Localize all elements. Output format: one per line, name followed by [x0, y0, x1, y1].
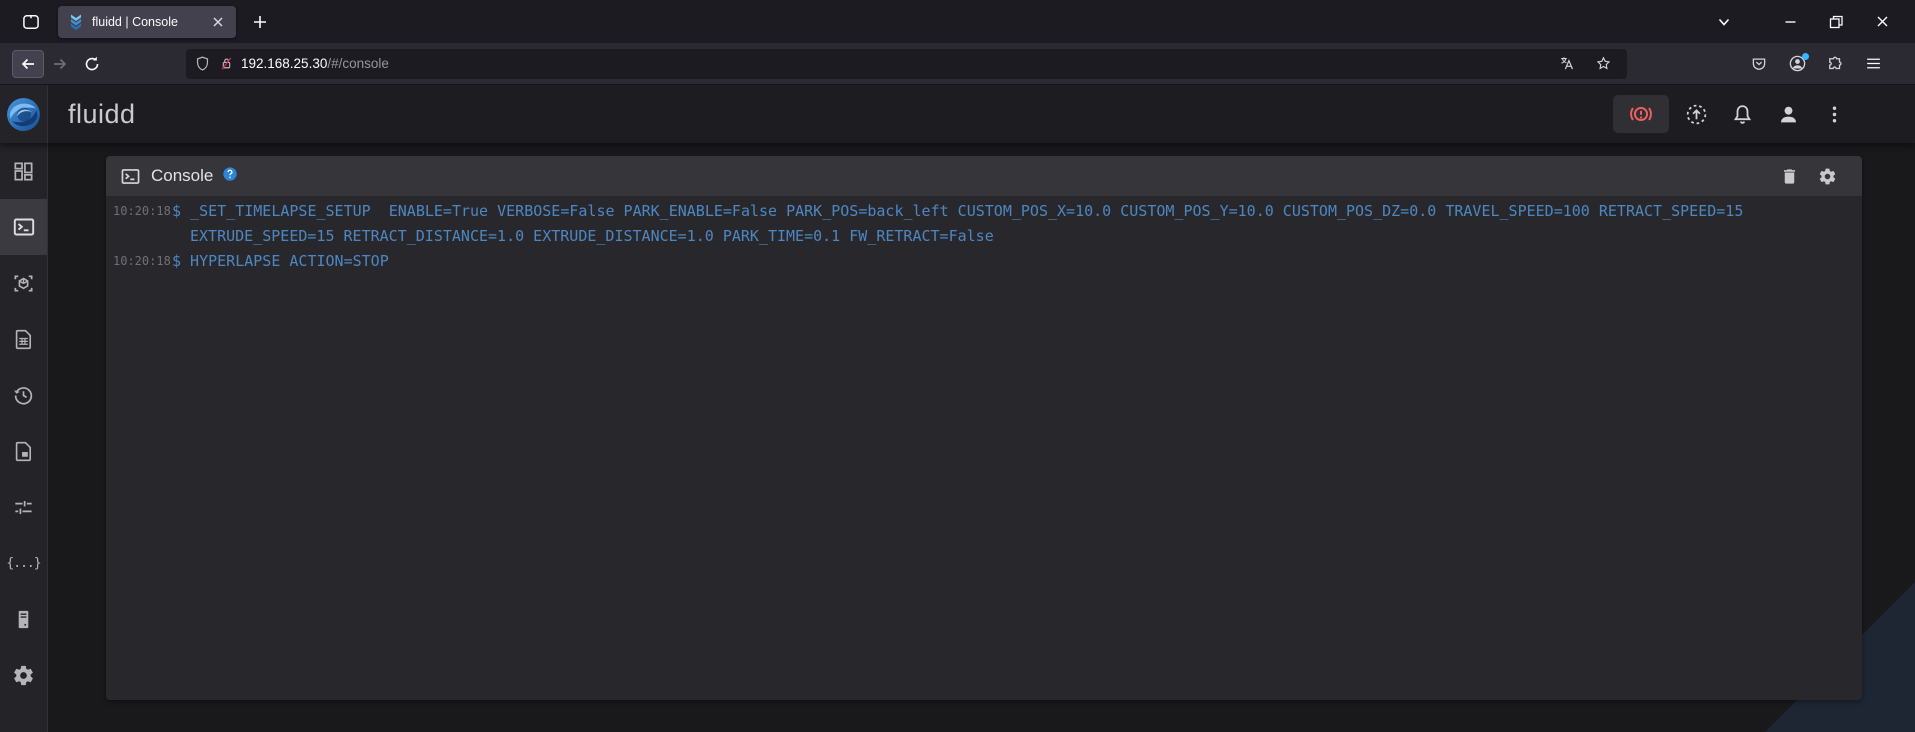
window-minimize-button[interactable]	[1767, 6, 1813, 38]
translate-icon	[1560, 57, 1573, 70]
notifications-bell-icon	[1733, 104, 1751, 124]
update-check-button[interactable]	[1677, 95, 1715, 133]
tab-close-button[interactable]	[208, 12, 228, 32]
url-path: /#/console	[327, 56, 389, 71]
entry-timestamp: 10:20:18	[113, 204, 171, 218]
tracking-shield-icon	[196, 56, 209, 71]
sidebar-item-settings[interactable]	[0, 647, 47, 703]
list-all-tabs-button[interactable]	[1707, 6, 1741, 38]
pocket-button[interactable]	[1743, 50, 1775, 78]
star-icon	[1596, 56, 1610, 70]
reload-icon	[85, 56, 99, 70]
url-text: 192.168.25.30/#/console	[241, 56, 1551, 71]
fluidd-page: fluidd {...} Console 10:20:18 $ _SET_TIM…	[0, 85, 1915, 732]
close-icon	[213, 16, 223, 27]
entry-message: $ HYPERLAPSE ACTION=STOP	[172, 252, 389, 270]
gear-icon	[1819, 168, 1835, 184]
translate-button[interactable]	[1551, 50, 1583, 78]
menu-button[interactable]	[1857, 50, 1889, 78]
sidebar-item-tune[interactable]	[0, 479, 47, 535]
account-menu-button[interactable]	[1769, 95, 1807, 133]
entry-message: $ _SET_TIMELAPSE_SETUP ENABLE=True VERBO…	[172, 202, 1753, 245]
settings-gear-icon	[14, 665, 33, 685]
fluidd-logo	[0, 85, 48, 143]
help-icon	[223, 166, 238, 181]
jobs-file-icon	[15, 329, 32, 349]
fluidd-appbar: fluidd	[0, 85, 1915, 143]
back-arrow-icon	[21, 58, 34, 69]
code-braces-icon: {...}	[6, 555, 41, 571]
firefox-view-button[interactable]	[14, 6, 48, 38]
history-icon	[14, 386, 33, 404]
clear-console-button[interactable]	[1774, 161, 1804, 191]
console-icon	[121, 168, 140, 184]
trash-icon	[1783, 168, 1795, 184]
system-server-icon	[18, 610, 29, 628]
sidebar-item-dashboard[interactable]	[0, 143, 47, 199]
account-notification-dot	[1802, 52, 1809, 60]
update-check-icon	[1686, 104, 1706, 124]
printer-error-button[interactable]	[1613, 95, 1669, 133]
fluidd-favicon	[71, 14, 81, 30]
url-host: 192.168.25.30	[241, 56, 328, 71]
console-entry: 10:20:18 $ HYPERLAPSE ACTION=STOP	[113, 249, 1850, 274]
entry-timestamp: 10:20:18	[113, 254, 171, 268]
maximize-icon	[1829, 15, 1843, 28]
console-settings-button[interactable]	[1812, 161, 1842, 191]
browser-titlebar: fluidd | Console	[0, 0, 1915, 43]
window-close-button[interactable]	[1859, 6, 1905, 38]
console-title: Console	[151, 166, 214, 185]
reload-button[interactable]	[76, 50, 108, 78]
sidebar-nav: {...}	[0, 143, 48, 732]
app-title: fluidd	[68, 98, 136, 129]
window-maximize-button[interactable]	[1813, 6, 1859, 38]
sidebar-item-system[interactable]	[0, 591, 47, 647]
gcode-preview-icon	[14, 274, 33, 292]
timelapse-file-icon	[15, 441, 32, 461]
content-area: Console 10:20:18 $ _SET_TIMELAPSE_SETUP …	[48, 143, 1915, 732]
console-help-button[interactable]	[222, 166, 238, 187]
tune-icon	[15, 500, 32, 514]
minimize-icon	[1785, 21, 1795, 23]
fluidd-logo-icon	[7, 97, 40, 131]
tab-title: fluidd | Console	[92, 14, 178, 29]
bookmark-star-button[interactable]	[1587, 50, 1619, 78]
sidebar-item-history[interactable]	[0, 367, 47, 423]
forward-arrow-icon	[54, 58, 67, 69]
new-tab-button[interactable]	[244, 6, 276, 38]
address-bar[interactable]: 192.168.25.30/#/console	[186, 48, 1627, 79]
forward-button[interactable]	[44, 50, 76, 78]
puzzle-icon	[1829, 56, 1842, 69]
sidebar-item-gcode-preview[interactable]	[0, 255, 47, 311]
browser-toolbar: 192.168.25.30/#/console	[0, 43, 1915, 85]
firefox-view-icon	[23, 14, 39, 29]
dashboard-icon	[14, 161, 33, 181]
browser-tab-active[interactable]: fluidd | Console	[58, 5, 236, 38]
hamburger-menu-icon	[1866, 58, 1880, 69]
console-entry: 10:20:18 $ _SET_TIMELAPSE_SETUP ENABLE=T…	[113, 199, 1850, 249]
plus-icon	[254, 15, 266, 28]
chevron-down-icon	[1718, 18, 1730, 26]
printer-error-alert-icon	[1630, 106, 1652, 122]
person-icon	[1780, 106, 1796, 122]
sidebar-item-jobs[interactable]	[0, 311, 47, 367]
dots-vertical-icon	[1832, 106, 1836, 122]
console-icon	[13, 218, 34, 236]
console-card-header: Console	[106, 156, 1862, 196]
close-icon	[1877, 16, 1887, 27]
pocket-icon	[1752, 57, 1766, 70]
account-button[interactable]	[1781, 50, 1813, 78]
extensions-button[interactable]	[1819, 50, 1851, 78]
overflow-menu-button[interactable]	[1815, 95, 1853, 133]
back-button[interactable]	[12, 49, 44, 78]
console-card: Console 10:20:18 $ _SET_TIMELAPSE_SETUP …	[106, 156, 1862, 700]
notifications-button[interactable]	[1723, 95, 1761, 133]
sidebar-item-configure[interactable]: {...}	[0, 535, 47, 591]
console-output[interactable]: 10:20:18 $ _SET_TIMELAPSE_SETUP ENABLE=T…	[106, 196, 1862, 700]
sidebar-item-console[interactable]	[0, 199, 47, 255]
insecure-lock-icon	[221, 57, 232, 70]
sidebar-item-timelapse[interactable]	[0, 423, 47, 479]
